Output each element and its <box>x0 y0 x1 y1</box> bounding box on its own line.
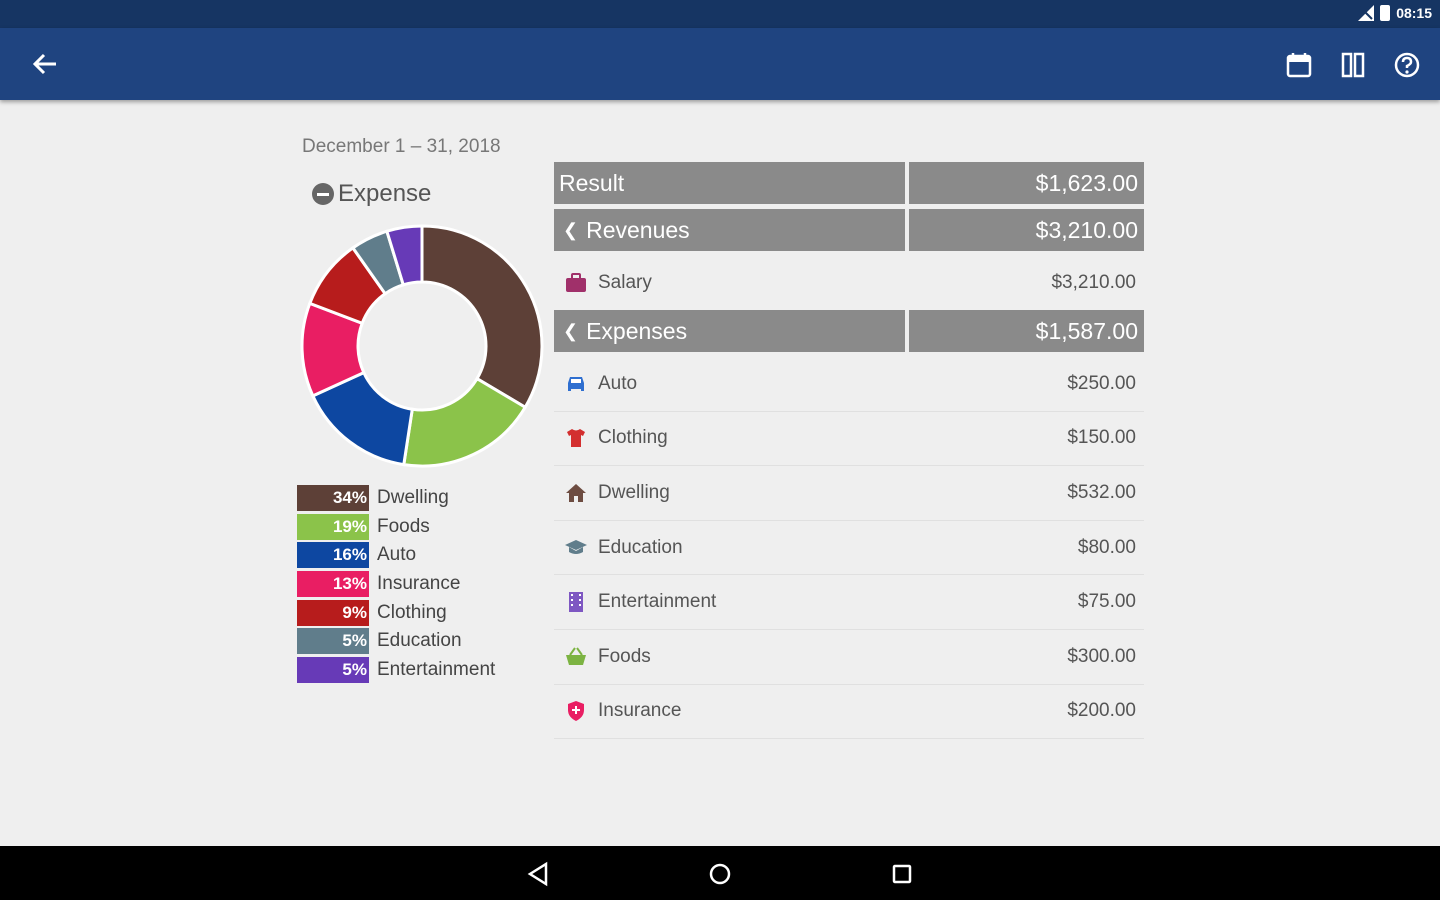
category-row-entertainment[interactable]: Entertainment $75.00 <box>554 575 1144 630</box>
legend-item: 5% Education <box>297 627 537 656</box>
revenues-header[interactable]: ❮ Revenues $3,210.00 <box>554 209 1144 251</box>
app-bar-actions <box>1284 50 1422 80</box>
category-label: Entertainment <box>598 591 717 613</box>
category-label: Auto <box>598 372 638 394</box>
expense-donut-chart[interactable] <box>300 224 544 468</box>
legend-percent: 34% <box>297 485 369 512</box>
report-content: December 1 – 31, 2018 Expense 34% Dwellin… <box>0 100 1440 846</box>
category-row-clothing[interactable]: Clothing $150.00 <box>554 412 1144 467</box>
legend-label: Foods <box>377 515 430 537</box>
back-arrow-icon[interactable] <box>28 50 60 78</box>
legend-item: 13% Insurance <box>297 570 537 599</box>
expenses-header[interactable]: ❮ Expenses $1,587.00 <box>554 310 1144 352</box>
date-range[interactable]: December 1 – 31, 2018 <box>302 136 501 158</box>
legend-label: Auto <box>377 544 417 566</box>
category-amount: $80.00 <box>1077 536 1136 558</box>
legend-percent: 5% <box>297 656 369 683</box>
result-row: Result $1,623.00 <box>554 162 1144 204</box>
category-amount: $250.00 <box>1067 372 1136 394</box>
category-amount: $75.00 <box>1077 591 1136 613</box>
legend-label: Education <box>377 630 462 652</box>
nav-home-icon[interactable] <box>707 861 733 887</box>
shirt-icon <box>564 426 588 450</box>
columns-icon[interactable] <box>1338 50 1368 80</box>
legend-percent: 9% <box>297 599 369 626</box>
category-row-foods[interactable]: Foods $300.00 <box>554 630 1144 685</box>
category-label: Salary <box>598 272 652 293</box>
legend-label: Dwelling <box>377 487 449 509</box>
category-amount: $200.00 <box>1067 700 1136 722</box>
expenses-value: $1,587.00 <box>909 310 1144 352</box>
film-icon <box>564 590 588 614</box>
graduation-cap-icon <box>564 536 588 560</box>
status-time: 08:15 <box>1396 5 1432 21</box>
legend-percent: 16% <box>297 542 369 569</box>
shield-icon <box>564 699 588 723</box>
category-label: Insurance <box>598 700 682 722</box>
legend-item: 19% Foods <box>297 513 537 542</box>
basket-icon <box>564 645 588 669</box>
category-amount: $532.00 <box>1067 481 1136 503</box>
category-amount: $3,210.00 <box>1051 272 1136 293</box>
status-indicators: 08:15 <box>1358 5 1432 21</box>
summary-table: Result $1,623.00 ❮ Revenues $3,210.00 Sa… <box>554 162 1144 740</box>
category-amount: $150.00 <box>1067 427 1136 449</box>
revenues-value: $3,210.00 <box>909 209 1144 251</box>
legend-label: Clothing <box>377 601 447 623</box>
briefcase-icon <box>564 271 588 295</box>
category-label: Foods <box>598 645 651 667</box>
navigation-bar <box>0 846 1440 900</box>
legend-item: 9% Clothing <box>297 598 537 627</box>
legend-label: Insurance <box>377 573 461 595</box>
car-icon <box>564 372 588 396</box>
chevron-left-icon: ❮ <box>563 220 579 240</box>
result-label: Result <box>554 162 905 204</box>
legend-label: Entertainment <box>377 658 496 680</box>
result-value: $1,623.00 <box>909 162 1144 204</box>
battery-icon <box>1380 5 1391 21</box>
expense-title: Expense <box>338 180 432 207</box>
nav-back-icon[interactable] <box>526 861 552 887</box>
legend-percent: 13% <box>297 571 369 598</box>
home-icon <box>564 481 588 505</box>
category-row-education[interactable]: Education $80.00 <box>554 521 1144 576</box>
revenues-label-cell: ❮ Revenues <box>554 209 905 251</box>
calendar-icon[interactable] <box>1284 50 1314 80</box>
legend-percent: 5% <box>297 628 369 655</box>
category-row-insurance[interactable]: Insurance $200.00 <box>554 685 1144 740</box>
legend-percent: 19% <box>297 513 369 540</box>
category-row-dwelling[interactable]: Dwelling $532.00 <box>554 466 1144 521</box>
category-label: Education <box>598 536 683 558</box>
category-label: Clothing <box>598 427 668 449</box>
signal-icon <box>1358 5 1375 21</box>
category-amount: $300.00 <box>1067 645 1136 667</box>
category-row-salary[interactable]: Salary $3,210.00 <box>554 256 1144 310</box>
status-bar: 08:15 <box>0 0 1440 28</box>
revenue-rows: Salary $3,210.00 <box>554 256 1144 310</box>
help-icon[interactable] <box>1392 50 1422 80</box>
nav-recents-icon[interactable] <box>889 861 915 887</box>
expenses-label: Expenses <box>586 318 688 344</box>
chevron-left-icon: ❮ <box>563 321 579 341</box>
legend-item: 5% Entertainment <box>297 656 537 685</box>
category-row-auto[interactable]: Auto $250.00 <box>554 357 1144 412</box>
minus-circle-icon <box>312 183 334 205</box>
expenses-label-cell: ❮ Expenses <box>554 310 905 352</box>
expense-header[interactable]: Expense <box>312 180 431 208</box>
category-label: Dwelling <box>598 481 670 503</box>
revenues-label: Revenues <box>586 217 690 243</box>
chart-legend: 34% Dwelling 19% Foods 16% Auto 13% Insurance 9%… <box>297 484 537 684</box>
legend-item: 34% Dwelling <box>297 484 537 513</box>
app-bar <box>0 28 1440 100</box>
legend-item: 16% Auto <box>297 541 537 570</box>
expense-rows: Auto $250.00 Clothing $150.00 Dwelling $532.0… <box>554 357 1144 740</box>
